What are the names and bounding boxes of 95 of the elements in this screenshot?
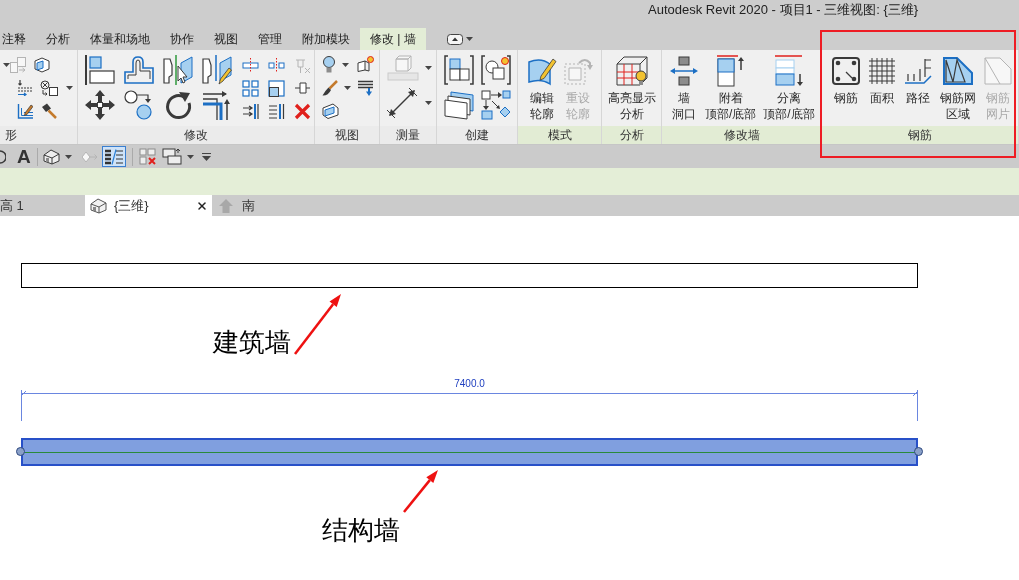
panel-title: 创建 (437, 126, 517, 144)
cube-icon[interactable] (34, 57, 50, 73)
blocks-bracket-icon[interactable] (444, 55, 474, 85)
house-icon[interactable] (42, 148, 60, 165)
dimension-text: 7400.0 (454, 378, 485, 390)
callout-label: 结构墙 (322, 518, 400, 544)
profile-pencil-icon[interactable] (527, 56, 557, 86)
close-icon[interactable] (196, 199, 208, 212)
ribbon-button[interactable]: 附着 顶部/底部 (702, 55, 760, 122)
caret-icon[interactable] (344, 86, 351, 90)
square-dots-icon[interactable] (832, 57, 860, 85)
caret-icon[interactable] (66, 86, 73, 90)
ribbon-tab[interactable]: 修改 | 墙 (360, 28, 426, 50)
panel-title: 视图 (315, 126, 379, 144)
ribbon-button[interactable]: 分离 顶部/底部 (760, 55, 818, 122)
delete-icon[interactable] (294, 103, 311, 120)
view-tab[interactable]: 高 1 (0, 195, 85, 216)
ribbon-tab[interactable]: 管理 (248, 28, 292, 50)
panel-title: 修改墙 (662, 126, 821, 144)
mirror-pencil-icon[interactable] (202, 55, 232, 85)
grid-squares-icon[interactable] (242, 80, 259, 97)
ribbon-tab[interactable]: 附加模块 (292, 28, 360, 50)
ribbon-tab[interactable]: 协作 (160, 28, 204, 50)
scale-squares-icon[interactable] (268, 80, 285, 97)
pushpin-icon[interactable] (294, 80, 311, 97)
pencil-corner-icon[interactable] (17, 103, 33, 119)
ribbon-button[interactable]: 编辑 轮廓 (524, 55, 560, 122)
caret-icon[interactable] (186, 154, 194, 159)
caret-icon[interactable] (465, 37, 473, 41)
paintbrush-icon[interactable] (322, 80, 338, 96)
windows-swap-icon[interactable] (161, 148, 182, 165)
triangles-frame-icon[interactable] (943, 57, 973, 85)
window-cross-icon[interactable] (138, 148, 156, 165)
grip-handle[interactable] (16, 447, 25, 456)
box-dot-icon[interactable] (357, 56, 374, 72)
blocks-double-arrow-icon[interactable] (670, 56, 698, 86)
lines-bracket-multi-icon[interactable] (268, 103, 285, 120)
hammer-icon[interactable] (41, 103, 57, 119)
ribbon-tab[interactable]: 注释 (0, 28, 36, 50)
view-tab[interactable]: {三维} (85, 195, 212, 216)
box-icon[interactable] (322, 103, 339, 119)
callout-label: 建筑墙 (213, 330, 291, 356)
frame-lightbulb-icon[interactable] (616, 56, 648, 86)
leader-arrow (294, 293, 342, 355)
sphere-cube-icon[interactable] (481, 55, 511, 85)
customize-caret-icon[interactable] (201, 152, 211, 161)
text-glyph[interactable]: A (17, 146, 31, 167)
caret-icon[interactable] (64, 154, 72, 159)
caret-icon[interactable] (425, 66, 432, 70)
boxes-down-arrow-icon[interactable] (774, 55, 804, 87)
split-gap-icon[interactable] (268, 57, 285, 74)
ribbon-button[interactable]: 墙 洞口 (667, 55, 701, 122)
window-title: Autodesk Revit 2020 - 项目1 - 三维视图: {三维} (648, 2, 919, 18)
lines-arrows-icon[interactable] (17, 80, 33, 96)
rectangles-icon[interactable] (85, 55, 115, 85)
grip-handle[interactable] (914, 447, 923, 456)
lines-bracket-icon[interactable] (242, 103, 259, 120)
panel-title: 分析 (602, 126, 661, 144)
view-tab[interactable]: 南 (212, 195, 255, 216)
ribbon-button[interactable]: 路径 (901, 55, 935, 106)
lines-arrow-icon[interactable] (357, 80, 374, 96)
house-icon[interactable] (90, 197, 107, 214)
box-up-arrow-icon[interactable] (715, 55, 746, 87)
ribbon-tab[interactable]: 体量和场地 (80, 28, 160, 50)
caret-icon[interactable] (342, 62, 349, 67)
curve-outline-icon[interactable] (124, 55, 154, 85)
lightbulb-icon[interactable] (322, 56, 336, 73)
ribbon-button[interactable]: 钢筋 (829, 55, 863, 106)
split-line-icon[interactable] (242, 57, 259, 74)
diagram-arrows-icon[interactable] (481, 90, 511, 120)
corner-arrows-icon[interactable] (202, 90, 232, 120)
stacked-panels-icon[interactable] (444, 90, 474, 120)
circles-arrow-icon[interactable] (124, 90, 154, 120)
caret-icon[interactable] (425, 101, 432, 105)
ribbon-tab[interactable]: 视图 (204, 28, 248, 50)
ribbon-button[interactable]: 面积 (865, 55, 899, 106)
leader-arrow (403, 469, 439, 513)
ribbon-button[interactable]: 钢筋网 区域 (937, 55, 979, 122)
panel-title: 形 (0, 126, 77, 144)
panel-title: 测量 (380, 126, 436, 144)
dimension-icon[interactable] (387, 88, 417, 118)
panel-title: 修改 (78, 126, 314, 144)
rotate-icon[interactable] (163, 90, 193, 120)
panel-title: 钢筋 (822, 126, 1018, 144)
panel-title: 模式 (518, 126, 601, 144)
caret-icon[interactable] (3, 63, 10, 67)
circle-square-icon[interactable] (40, 80, 58, 96)
mirror-cursor-icon[interactable] (163, 55, 193, 85)
steps-lines-icon[interactable] (904, 57, 932, 85)
move-icon[interactable] (85, 90, 115, 120)
wall-rectangle[interactable] (21, 263, 918, 288)
panel-toggle-icon[interactable] (446, 33, 463, 45)
ribbon-button[interactable]: 高亮显示 分析 (605, 55, 659, 122)
grid-icon[interactable] (868, 57, 896, 85)
ribbon-tab[interactable]: 分析 (36, 28, 80, 50)
